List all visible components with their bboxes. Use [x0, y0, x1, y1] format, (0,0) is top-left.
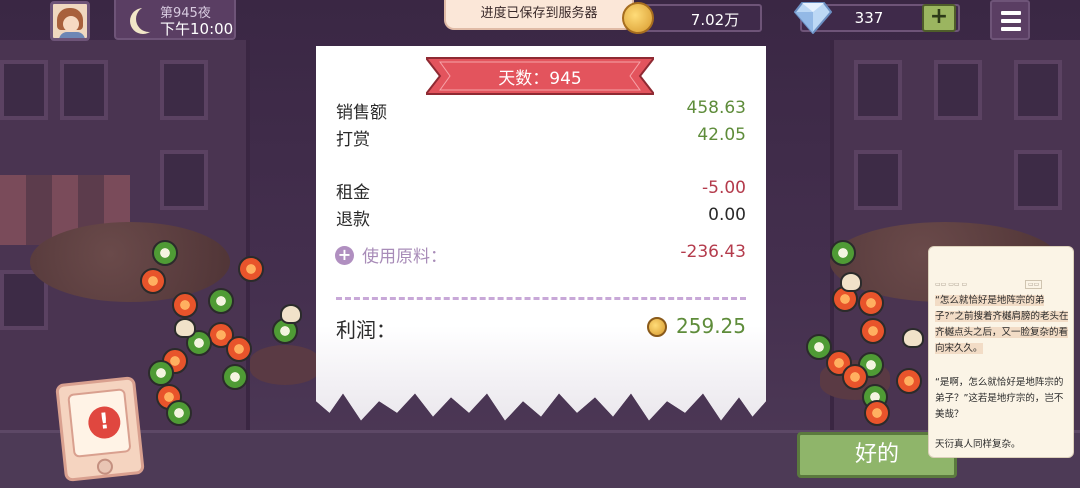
tomato-icon — [140, 268, 166, 294]
menu-button[interactable] — [990, 0, 1030, 40]
tomato-icon — [226, 336, 252, 362]
pepper-icon — [222, 364, 248, 390]
window — [0, 60, 48, 120]
tomato-icon — [172, 292, 198, 318]
save-toast: 进度已保存到服务器 — [444, 0, 634, 30]
tomato-icon — [864, 400, 890, 426]
tips-value: 42.05 — [697, 125, 746, 145]
tomato-icon — [238, 256, 264, 282]
gem-amount: 337 — [854, 9, 884, 27]
exclamation-icon: ! — [86, 404, 122, 441]
diamond-icon — [794, 2, 832, 34]
mushroom-icon — [902, 328, 924, 348]
sales-label: 销售额 — [336, 103, 387, 123]
window — [1014, 60, 1062, 120]
pepper-icon — [166, 400, 192, 426]
alert-card-inner: ! — [67, 388, 132, 458]
clock-time: 下午10:00 — [160, 20, 234, 38]
divider — [336, 297, 746, 300]
refund-label: 退款 — [336, 210, 370, 230]
reader-paragraph: “是啊，怎么就恰好是地阵宗的弟子？”这若是地疗宗的，岂不美哉？ — [935, 377, 1064, 420]
ingredients-value: -236.43 — [680, 242, 746, 262]
avatar-body — [59, 32, 85, 38]
reader-header-icon: ▭▭ ▭▭ ▭ — [935, 281, 968, 288]
day-banner: 天数：945 — [426, 56, 654, 96]
pepper-icon — [208, 288, 234, 314]
day-time-panel: 第945夜 下午10:00 — [114, 0, 236, 40]
window — [160, 150, 208, 210]
hamburger-icon — [1001, 19, 1021, 23]
sales-value: 458.63 — [686, 98, 746, 118]
avatar-face — [63, 16, 79, 32]
card-button-icon — [96, 457, 114, 476]
hamburger-icon — [1001, 11, 1021, 15]
buy-gems-button[interactable]: + — [922, 4, 956, 32]
window — [854, 60, 902, 120]
reader-paragraph: 天衍真人同样复杂。 — [935, 439, 1021, 450]
cafe-table — [250, 345, 320, 385]
mushroom-icon — [840, 272, 862, 292]
reader-tag-icon: ▭▭ — [1025, 280, 1043, 289]
pepper-icon — [152, 240, 178, 266]
coin-amount: 7.02万 — [690, 11, 740, 29]
reader-popup[interactable]: ▭▭ ▭▭ ▭ ▭▭ “怎么就恰好是地阵宗的弟子?”之前搜着齐樾肩膀的老头在齐樾… — [928, 246, 1074, 458]
rent-value: -5.00 — [702, 178, 746, 198]
profit-label: 利润： — [336, 318, 396, 342]
pepper-icon — [830, 240, 856, 266]
tree-canopy — [30, 222, 230, 302]
mushroom-icon — [174, 318, 196, 338]
tips-label: 打赏 — [336, 130, 370, 150]
moon-icon — [136, 6, 162, 32]
expand-ingredients-icon[interactable]: + — [335, 246, 354, 265]
tomato-icon — [842, 364, 868, 390]
window — [160, 60, 208, 120]
window — [1014, 150, 1062, 210]
coin-icon — [622, 2, 654, 34]
reader-paragraph-text: “怎么就恰好是地阵宗的弟子?”之前搜着齐樾肩膀的老头在齐樾点头之后，又一脸复杂的… — [935, 295, 1069, 354]
tomato-icon — [860, 318, 886, 344]
window — [60, 60, 108, 120]
mushroom-icon — [280, 304, 302, 324]
reader-paragraph: “怎么就恰好是地阵宗的弟子?”之前搜着齐樾肩膀的老头在齐樾点头之后，又一脸复杂的… — [935, 293, 1071, 357]
player-avatar[interactable] — [50, 1, 90, 41]
window — [934, 60, 982, 120]
alert-card[interactable]: ! — [55, 376, 145, 482]
hamburger-icon — [1001, 27, 1021, 31]
tomato-icon — [858, 290, 884, 316]
profit-value: 259.25 — [676, 314, 746, 338]
ingredients-label[interactable]: 使用原料： — [362, 242, 447, 267]
refund-value: 0.00 — [708, 205, 746, 225]
day-title: 天数：945 — [498, 69, 582, 89]
rent-label: 租金 — [336, 183, 370, 203]
tomato-icon — [896, 368, 922, 394]
pepper-icon — [148, 360, 174, 386]
window — [854, 150, 902, 210]
